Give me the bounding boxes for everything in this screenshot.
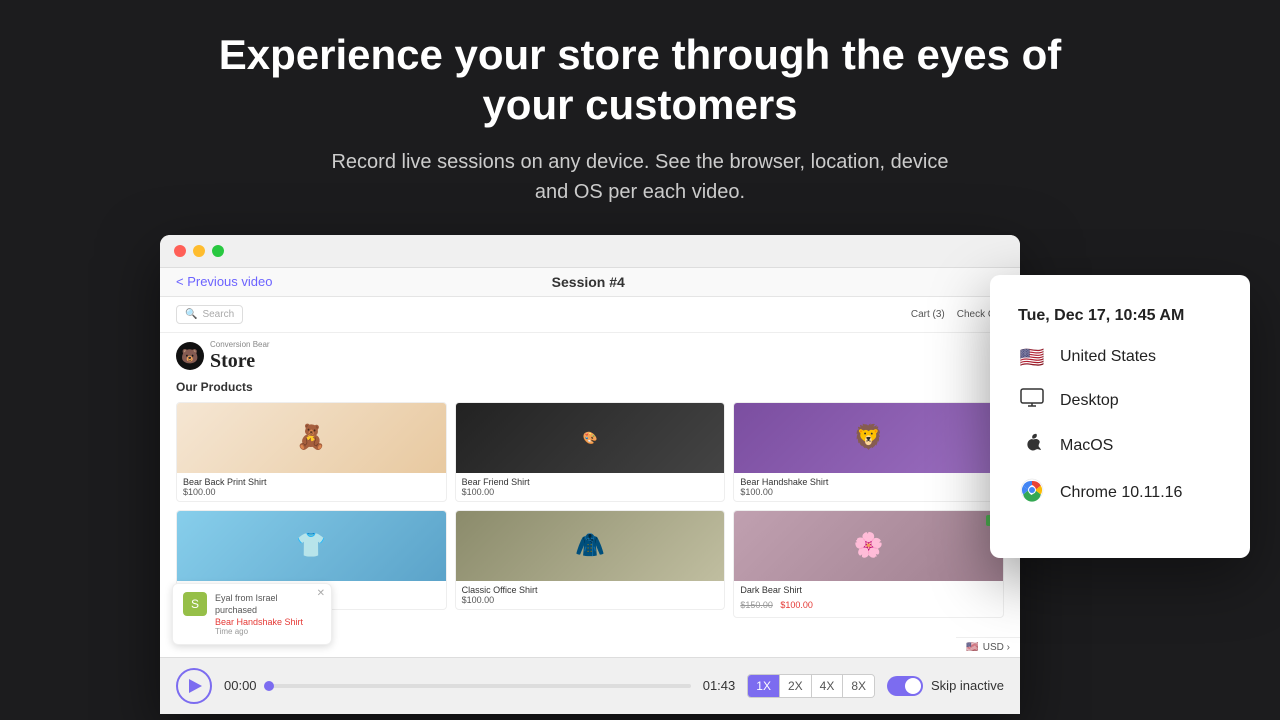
skip-inactive-toggle[interactable]: [887, 676, 923, 696]
apple-icon: [1018, 432, 1046, 460]
progress-dot: [264, 681, 274, 691]
store-topbar: 🔍 Search Cart (3) Check Out: [160, 297, 1020, 333]
store-logo-icon: 🐻: [176, 342, 204, 370]
prev-video-link[interactable]: < Previous video: [176, 274, 272, 289]
store-logo-subtext: Conversion Bear Store: [210, 341, 270, 372]
play-icon: [189, 679, 202, 693]
product-info-6: Dark Bear Shirt $150.00 $100.00: [734, 581, 1003, 617]
info-panel: Tue, Dec 17, 10:45 AM 🇺🇸 United States D…: [990, 275, 1250, 558]
search-placeholder: Search: [202, 309, 234, 320]
store-content: 🔍 Search Cart (3) Check Out 🐻 Conversion…: [160, 297, 1020, 657]
speed-1x[interactable]: 1X: [748, 675, 780, 697]
store-search[interactable]: 🔍 Search: [176, 305, 243, 324]
product-price-sale-6: $100.00: [780, 600, 813, 610]
store-conversion-bear: Conversion Bear: [210, 341, 270, 350]
video-controls: 00:00 01:43 1X 2X 4X 8X Skip inactiv: [160, 657, 1020, 714]
product-name-1: Bear Back Print Shirt: [183, 477, 440, 487]
currency-label: USD ›: [983, 642, 1010, 653]
hero-title: Experience your store through the eyes o…: [190, 30, 1090, 131]
product-img-2: 🎨: [456, 403, 725, 473]
play-button[interactable]: [176, 668, 212, 704]
product-name-3: Bear Handshake Shirt: [740, 477, 997, 487]
toggle-knob: [905, 678, 921, 694]
notification-product: Bear Handshake Shirt: [215, 617, 321, 627]
info-row-location: 🇺🇸 United States: [1018, 345, 1222, 370]
notification-text: Eyal from Israel purchased Bear Handshak…: [215, 592, 321, 636]
store-logo-text: Store: [210, 350, 270, 372]
product-info-2: Bear Friend Shirt $100.00: [456, 473, 725, 501]
store-notification: S Eyal from Israel purchased Bear Handsh…: [172, 583, 332, 645]
info-row-device: Desktop: [1018, 388, 1222, 414]
products-section: Our Products 🧸 Bear Back Print Shirt $10…: [160, 380, 1020, 618]
product-card-wrapper-6: ✓ 🌸 Dark Bear Shirt $150.00 $100.00: [733, 510, 1004, 618]
product-price-5: $100.00: [462, 595, 719, 605]
product-name-2: Bear Friend Shirt: [462, 477, 719, 487]
notification-shopify-icon: S: [183, 592, 207, 616]
info-device: Desktop: [1060, 392, 1119, 410]
product-card-3[interactable]: 🦁 Bear Handshake Shirt $100.00: [733, 402, 1004, 502]
store-logo[interactable]: 🐻 Conversion Bear Store: [176, 341, 270, 372]
speed-controls: 1X 2X 4X 8X: [747, 674, 875, 698]
desktop-icon: [1018, 388, 1046, 414]
hero-subtitle: Record live sessions on any device. See …: [330, 147, 950, 207]
chrome-icon: [1018, 478, 1046, 508]
product-card-1[interactable]: 🧸 Bear Back Print Shirt $100.00: [176, 402, 447, 502]
browser-dot-yellow[interactable]: [193, 245, 205, 257]
product-info-3: Bear Handshake Shirt $100.00: [734, 473, 1003, 501]
info-browser: Chrome 10.11.16: [1060, 484, 1182, 502]
product-img-1: 🧸: [177, 403, 446, 473]
info-datetime: Tue, Dec 17, 10:45 AM: [1018, 307, 1222, 325]
skip-inactive-label: Skip inactive: [931, 678, 1004, 693]
product-img-5: 🧥: [456, 511, 725, 581]
progress-bar[interactable]: [269, 684, 691, 688]
browser-titlebar: [160, 235, 1020, 268]
flag-icon: 🇺🇸: [966, 642, 978, 653]
browser-dot-green[interactable]: [212, 245, 224, 257]
speed-8x[interactable]: 8X: [843, 675, 874, 697]
product-price-strike-6: $150.00: [740, 600, 773, 610]
info-row-os: MacOS: [1018, 432, 1222, 460]
product-card-wrapper-2: 🎨 Bear Friend Shirt $100.00: [455, 402, 726, 502]
notification-time: Time ago: [215, 627, 321, 636]
cart-label[interactable]: Cart (3): [911, 309, 945, 320]
product-price-3: $100.00: [740, 487, 997, 497]
product-img-3: 🦁: [734, 403, 1003, 473]
session-title: Session #4: [552, 274, 625, 290]
product-price-1: $100.00: [183, 487, 440, 497]
time-total: 01:43: [703, 678, 736, 693]
product-name-6: Dark Bear Shirt: [740, 585, 997, 595]
product-card-5[interactable]: 🧥 Classic Office Shirt $100.00: [455, 510, 726, 610]
product-card-wrapper-1: 🧸 Bear Back Print Shirt $100.00: [176, 402, 447, 502]
store-logo-row: 🐻 Conversion Bear Store: [160, 333, 1020, 380]
search-icon: 🔍: [185, 309, 197, 320]
speed-4x[interactable]: 4X: [812, 675, 844, 697]
product-card-2[interactable]: 🎨 Bear Friend Shirt $100.00: [455, 402, 726, 502]
info-os: MacOS: [1060, 437, 1113, 455]
product-info-1: Bear Back Print Shirt $100.00: [177, 473, 446, 501]
browser-nav: < Previous video Session #4: [160, 268, 1020, 297]
product-name-5: Classic Office Shirt: [462, 585, 719, 595]
product-card-wrapper-5: 🧥 Classic Office Shirt $100.00: [455, 510, 726, 618]
skip-inactive-container: Skip inactive: [887, 676, 1004, 696]
browser-outer: < Previous video Session #4 🔍 Search Car…: [160, 235, 1120, 714]
product-info-5: Classic Office Shirt $100.00: [456, 581, 725, 609]
product-price-6: $150.00 $100.00: [740, 595, 997, 613]
product-card-6[interactable]: ✓ 🌸 Dark Bear Shirt $150.00 $100.00: [733, 510, 1004, 618]
product-card-wrapper-3: 🦁 Bear Handshake Shirt $100.00: [733, 402, 1004, 502]
browser-window: < Previous video Session #4 🔍 Search Car…: [160, 235, 1020, 714]
currency-bar[interactable]: 🇺🇸 USD ›: [956, 637, 1020, 657]
page-wrapper: Experience your store through the eyes o…: [0, 0, 1280, 720]
notification-close-icon[interactable]: ✕: [317, 588, 325, 599]
notification-from: Eyal from Israel purchased: [215, 592, 321, 617]
speed-2x[interactable]: 2X: [780, 675, 812, 697]
info-row-browser: Chrome 10.11.16: [1018, 478, 1222, 508]
products-title: Our Products: [176, 380, 1004, 394]
browser-dot-red[interactable]: [174, 245, 186, 257]
time-current: 00:00: [224, 678, 257, 693]
product-img-4: 👕: [177, 511, 446, 581]
info-location: United States: [1060, 348, 1156, 366]
product-price-2: $100.00: [462, 487, 719, 497]
flag-us-icon: 🇺🇸: [1018, 345, 1046, 370]
product-img-6: ✓ 🌸: [734, 511, 1003, 581]
